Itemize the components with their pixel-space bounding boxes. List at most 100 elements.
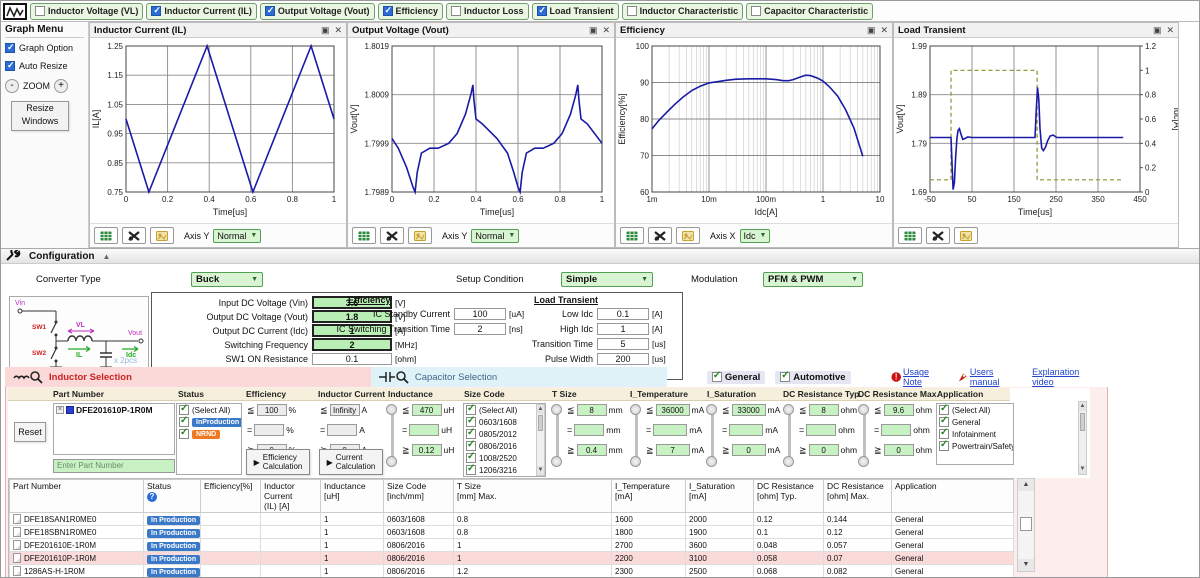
- slider-min-knob[interactable]: [858, 456, 869, 467]
- table-header-cell[interactable]: DC Resistance [ohm] Max.: [824, 480, 892, 513]
- slider-max-knob[interactable]: [706, 404, 717, 415]
- table-row[interactable]: DFE18SBN1R0ME0In Production10603/16080.8…: [10, 526, 1014, 539]
- table-header-cell[interactable]: Part Number: [10, 480, 144, 513]
- close-icon[interactable]: ✕: [880, 25, 888, 36]
- remove-part-icon[interactable]: ×: [56, 406, 64, 414]
- range-filter-input[interactable]: [409, 424, 439, 436]
- size-code-option[interactable]: 0806/2016: [464, 440, 545, 452]
- zoom-out-button[interactable]: -: [5, 79, 19, 93]
- tools-icon[interactable]: [648, 227, 672, 244]
- status-option[interactable]: NRND: [177, 428, 241, 440]
- export-csv-icon[interactable]: [94, 227, 118, 244]
- efficiency-calculation-button[interactable]: ▶Efficiency Calculation: [246, 449, 310, 475]
- graph-option-checkbox[interactable]: Graph Option: [5, 43, 84, 53]
- setup-condition-select[interactable]: Simple▼: [561, 272, 653, 287]
- size-code-option[interactable]: 1206/3216: [464, 464, 545, 476]
- range-filter-input[interactable]: [729, 424, 763, 436]
- toolbar-toggle-inductor-characteristic[interactable]: Inductor Characteristic: [622, 3, 744, 20]
- range-filter-input[interactable]: 9.6: [884, 404, 914, 416]
- scroll-down-icon[interactable]: ▼: [1018, 559, 1034, 571]
- users-manual-link[interactable]: Users manual: [970, 367, 1018, 387]
- close-icon[interactable]: ✕: [602, 25, 610, 36]
- table-header-cell[interactable]: T Size [mm] Max.: [454, 480, 612, 513]
- slider-max-knob[interactable]: [783, 404, 794, 415]
- config-field-input[interactable]: 2: [454, 323, 506, 335]
- config-field-input[interactable]: 0.1: [597, 308, 649, 320]
- range-filter-input[interactable]: 100: [257, 404, 287, 416]
- range-slider-track[interactable]: [635, 409, 638, 461]
- slider-min-knob[interactable]: [551, 456, 562, 467]
- toolbar-toggle-inductor-current-il-[interactable]: Inductor Current (IL): [146, 3, 257, 20]
- axis-select-dropdown[interactable]: Normal▼: [471, 229, 519, 243]
- slider-min-knob[interactable]: [783, 456, 794, 467]
- application-option[interactable]: Infotainment: [937, 428, 1013, 440]
- toolbar-toggle-inductor-loss[interactable]: Inductor Loss: [446, 3, 529, 20]
- config-field-input[interactable]: 100: [454, 308, 506, 320]
- save-image-icon[interactable]: [954, 227, 978, 244]
- toolbar-toggle-efficiency[interactable]: Efficiency: [378, 3, 444, 20]
- scroll-up-icon[interactable]: ▲: [1018, 479, 1034, 491]
- tools-icon[interactable]: [926, 227, 950, 244]
- range-slider-track[interactable]: [863, 409, 866, 461]
- size-code-option[interactable]: 1008/2520: [464, 452, 545, 464]
- tools-icon[interactable]: [122, 227, 146, 244]
- range-slider-track[interactable]: [788, 409, 791, 461]
- export-csv-icon[interactable]: [352, 227, 376, 244]
- slider-min-knob[interactable]: [630, 456, 641, 467]
- save-image-icon[interactable]: [150, 227, 174, 244]
- table-header-cell[interactable]: Efficiency[%]: [201, 480, 261, 513]
- config-field-input[interactable]: 5: [597, 338, 649, 350]
- range-filter-input[interactable]: 7: [656, 444, 690, 456]
- part-number-search-input[interactable]: Enter Part Number: [53, 459, 175, 473]
- tab-capacitor-selection[interactable]: Capacitor Selection: [371, 367, 667, 387]
- close-icon[interactable]: ✕: [334, 25, 342, 36]
- range-filter-input[interactable]: 33000: [732, 404, 766, 416]
- range-filter-input[interactable]: 470: [412, 404, 442, 416]
- range-filter-input[interactable]: 8: [577, 404, 607, 416]
- slider-max-knob[interactable]: [551, 404, 562, 415]
- export-csv-icon[interactable]: [898, 227, 922, 244]
- resize-windows-button[interactable]: Resize Windows: [11, 101, 69, 131]
- config-field-input[interactable]: 0.1: [312, 353, 392, 365]
- toolbar-toggle-load-transient[interactable]: Load Transient: [532, 3, 619, 20]
- modulation-select[interactable]: PFM & PWM▼: [763, 272, 863, 287]
- explanation-video-link[interactable]: Explanation video: [1032, 367, 1094, 387]
- maximize-icon[interactable]: ▣: [589, 25, 598, 36]
- table-header-cell[interactable]: Size Code [inch/mm]: [384, 480, 454, 513]
- table-row[interactable]: DFE201610P-1R0MIn Production10806/201612…: [10, 552, 1014, 565]
- size-code-option[interactable]: 0603/1608: [464, 416, 545, 428]
- slider-min-knob[interactable]: [706, 456, 717, 467]
- axis-select-dropdown[interactable]: Normal▼: [213, 229, 261, 243]
- range-filter-input[interactable]: Infinity: [330, 404, 360, 416]
- range-slider-track[interactable]: [556, 409, 559, 461]
- tools-icon[interactable]: [380, 227, 404, 244]
- usage-note-link[interactable]: Usage Note: [903, 367, 944, 387]
- maximize-icon[interactable]: ▣: [867, 25, 876, 36]
- auto-resize-checkbox[interactable]: Auto Resize: [5, 61, 84, 71]
- table-header-cell[interactable]: I_Saturation [mA]: [686, 480, 754, 513]
- automotive-checkbox[interactable]: Automotive: [775, 371, 850, 384]
- toolbar-toggle-output-voltage-vout-[interactable]: Output Voltage (Vout): [260, 3, 375, 20]
- maximize-icon[interactable]: ▣: [1153, 25, 1162, 36]
- table-scrollbar[interactable]: ▲ ▼: [1017, 478, 1035, 572]
- range-filter-input[interactable]: [254, 424, 284, 436]
- config-field-input[interactable]: 200: [597, 353, 649, 365]
- close-icon[interactable]: ✕: [1166, 25, 1174, 36]
- range-filter-input[interactable]: 0.12: [412, 444, 442, 456]
- zoom-in-button[interactable]: +: [54, 79, 68, 93]
- slider-max-knob[interactable]: [858, 404, 869, 415]
- size-code-scrollbar[interactable]: ▲▼: [536, 404, 545, 476]
- save-image-icon[interactable]: [408, 227, 432, 244]
- range-filter-input[interactable]: 0: [732, 444, 766, 456]
- range-filter-input[interactable]: [574, 424, 604, 436]
- table-row[interactable]: DFE201610E-1R0MIn Production10806/201612…: [10, 539, 1014, 552]
- range-slider-track[interactable]: [711, 409, 714, 461]
- slider-min-knob[interactable]: [386, 456, 397, 467]
- range-filter-input[interactable]: [327, 424, 357, 436]
- size-code-option[interactable]: 0805/2012: [464, 428, 545, 440]
- range-filter-input[interactable]: 36000: [656, 404, 690, 416]
- table-header-cell[interactable]: Inductor Current (IL) [A]: [261, 480, 321, 513]
- slider-max-knob[interactable]: [630, 404, 641, 415]
- range-filter-input[interactable]: 0: [809, 444, 839, 456]
- axis-select-dropdown[interactable]: Idc▼: [740, 229, 771, 243]
